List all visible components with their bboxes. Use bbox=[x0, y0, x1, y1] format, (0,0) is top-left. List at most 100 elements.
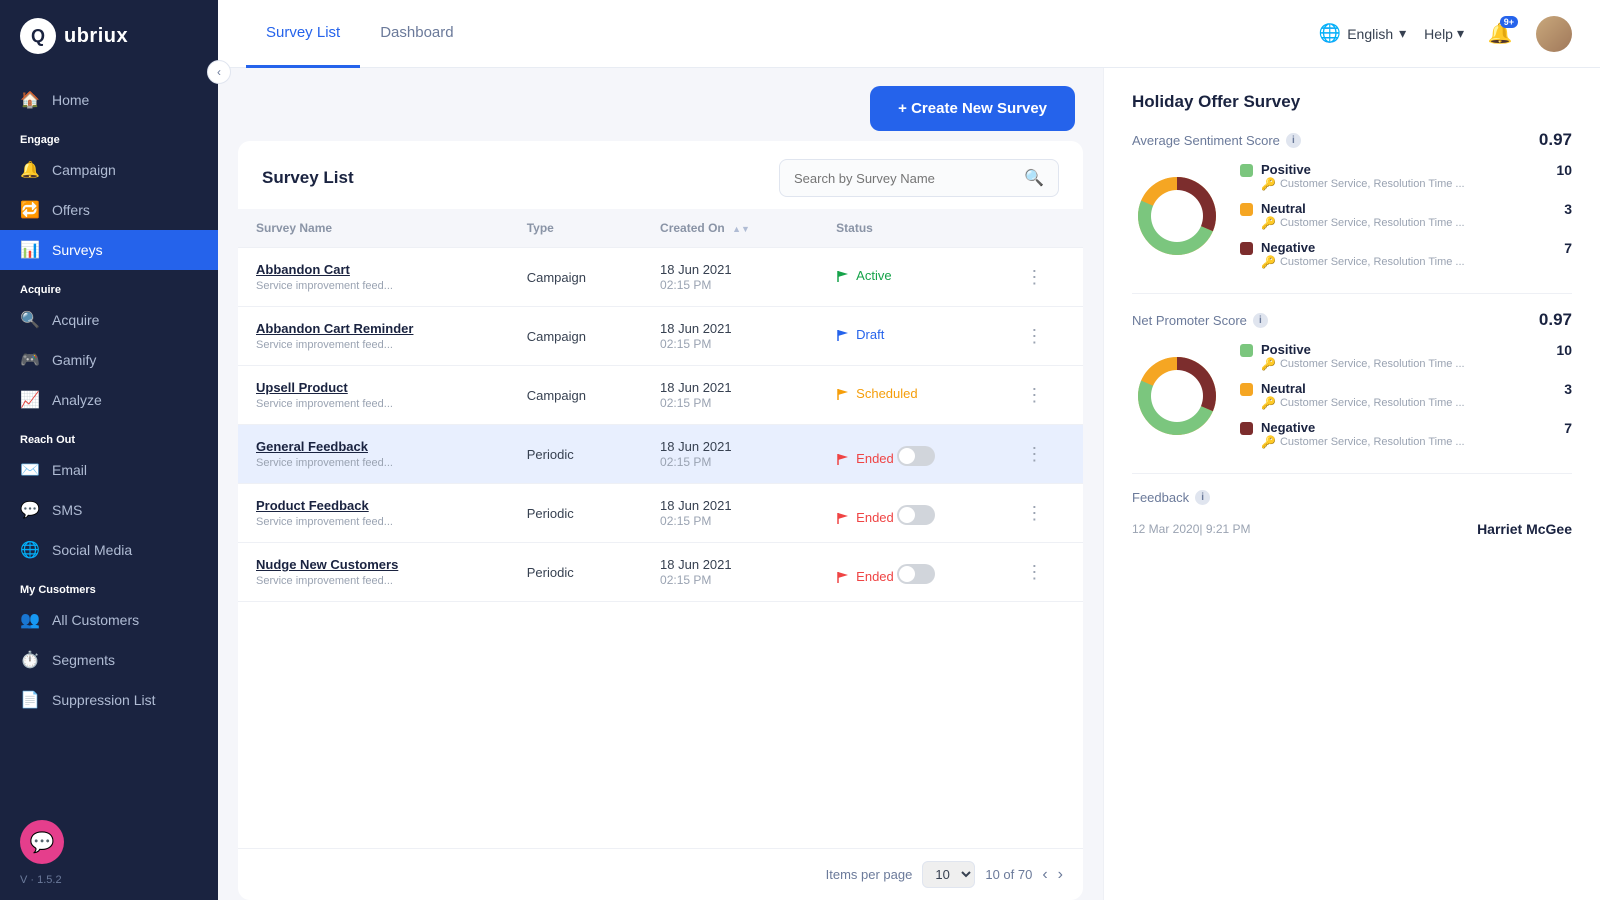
survey-name-link[interactable]: Abbandon Cart bbox=[256, 262, 491, 277]
more-options-button[interactable]: ⋮ bbox=[1025, 385, 1043, 406]
feedback-item: 12 Mar 2020| 9:21 PM Harriet McGee bbox=[1132, 513, 1572, 545]
language-selector[interactable]: 🌐 English ▾ bbox=[1319, 23, 1406, 44]
cell-type: Campaign bbox=[509, 248, 642, 307]
page-info: 10 of 70 bbox=[985, 867, 1032, 882]
net-promoter-section: Net Promoter Score i 0.97 bbox=[1132, 310, 1572, 449]
info-icon-nps: i bbox=[1253, 313, 1268, 328]
more-options-button[interactable]: ⋮ bbox=[1025, 326, 1043, 347]
col-header-created[interactable]: Created On ▲▼ bbox=[642, 209, 818, 248]
survey-name-link[interactable]: Nudge New Customers bbox=[256, 557, 491, 572]
survey-name-link[interactable]: Product Feedback bbox=[256, 498, 491, 513]
page-prev-button[interactable]: ‹ bbox=[1042, 866, 1047, 884]
logo-icon: Q bbox=[20, 18, 56, 54]
sidebar-item-segments[interactable]: ⏱️ Segments bbox=[0, 640, 218, 680]
tab-survey-list[interactable]: Survey List bbox=[246, 0, 360, 68]
home-icon: 🏠 bbox=[20, 90, 40, 110]
legend-label: Neutral bbox=[1261, 201, 1556, 216]
chevron-down-icon: ▾ bbox=[1457, 25, 1464, 42]
table-row[interactable]: Nudge New Customers Service improvement … bbox=[238, 543, 1083, 602]
survey-name-link[interactable]: Abbandon Cart Reminder bbox=[256, 321, 491, 336]
legend-dot bbox=[1240, 164, 1253, 177]
sidebar-section-engage: Engage bbox=[0, 120, 218, 150]
sidebar-item-analyze[interactable]: 📈 Analyze bbox=[0, 380, 218, 420]
translate-icon: 🌐 bbox=[1319, 23, 1341, 44]
cell-more: ⋮ bbox=[1007, 425, 1083, 484]
table-row[interactable]: General Feedback Service improvement fee… bbox=[238, 425, 1083, 484]
legend-label: Negative bbox=[1261, 240, 1556, 255]
acquire-icon: 🔍 bbox=[20, 310, 40, 330]
sidebar-item-label: Offers bbox=[52, 202, 90, 218]
legend-count: 10 bbox=[1556, 342, 1572, 358]
legend-label-wrap: Neutral 🔑 Customer Service, Resolution T… bbox=[1261, 201, 1556, 230]
status-badge: Ended bbox=[836, 451, 894, 466]
cell-more: ⋮ bbox=[1007, 543, 1083, 602]
toggle-switch[interactable] bbox=[897, 564, 935, 584]
sidebar-footer: 💬 V · 1.5.2 bbox=[0, 806, 218, 900]
user-avatar[interactable] bbox=[1536, 16, 1572, 52]
nps-legend: Positive 🔑 Customer Service, Resolution … bbox=[1240, 342, 1572, 449]
legend-item: Negative 🔑 Customer Service, Resolution … bbox=[1240, 420, 1572, 449]
toggle-switch[interactable] bbox=[897, 505, 935, 525]
sidebar-item-campaign[interactable]: 🔔 Campaign bbox=[0, 150, 218, 190]
social-icon: 🌐 bbox=[20, 540, 40, 560]
toggle-switch[interactable] bbox=[897, 446, 935, 466]
notification-button[interactable]: 🔔 9+ bbox=[1482, 16, 1518, 52]
sidebar-item-suppression[interactable]: 📄 Suppression List bbox=[0, 680, 218, 720]
sidebar-item-offers[interactable]: 🔁 Offers bbox=[0, 190, 218, 230]
feedback-section: Feedback i 12 Mar 2020| 9:21 PM Harriet … bbox=[1132, 490, 1572, 545]
survey-name-link[interactable]: Upsell Product bbox=[256, 380, 491, 395]
feedback-date: 12 Mar 2020| 9:21 PM bbox=[1132, 522, 1251, 536]
flag-icon bbox=[836, 452, 850, 466]
sidebar-item-sms[interactable]: 💬 SMS bbox=[0, 490, 218, 530]
topbar-actions: 🌐 English ▾ Help ▾ 🔔 9+ bbox=[1319, 16, 1572, 52]
help-button[interactable]: Help ▾ bbox=[1424, 25, 1464, 42]
cell-name: Abbandon Cart Reminder Service improveme… bbox=[238, 307, 509, 366]
table-row[interactable]: Abbandon Cart Reminder Service improveme… bbox=[238, 307, 1083, 366]
search-box[interactable]: 🔍 bbox=[779, 159, 1059, 197]
sidebar-item-label: Social Media bbox=[52, 542, 132, 558]
more-options-button[interactable]: ⋮ bbox=[1025, 503, 1043, 524]
more-options-button[interactable]: ⋮ bbox=[1025, 267, 1043, 288]
survey-sub: Service improvement feed... bbox=[256, 457, 393, 469]
sidebar-item-gamify[interactable]: 🎮 Gamify bbox=[0, 340, 218, 380]
sidebar-item-label: Surveys bbox=[52, 242, 103, 258]
cell-type: Periodic bbox=[509, 543, 642, 602]
cell-type: Periodic bbox=[509, 425, 642, 484]
table-row[interactable]: Product Feedback Service improvement fee… bbox=[238, 484, 1083, 543]
survey-name-link[interactable]: General Feedback bbox=[256, 439, 491, 454]
cell-status: Draft bbox=[818, 307, 1007, 366]
sidebar-item-allcustomers[interactable]: 👥 All Customers bbox=[0, 600, 218, 640]
chat-button[interactable]: 💬 bbox=[20, 820, 64, 864]
sidebar-item-email[interactable]: ✉️ Email bbox=[0, 450, 218, 490]
search-input[interactable] bbox=[794, 171, 1016, 186]
sidebar-item-acquire[interactable]: 🔍 Acquire bbox=[0, 300, 218, 340]
feedback-author: Harriet McGee bbox=[1477, 521, 1572, 537]
tab-dashboard[interactable]: Dashboard bbox=[360, 0, 473, 68]
legend-dot bbox=[1240, 344, 1253, 357]
page-next-button[interactable]: › bbox=[1058, 866, 1063, 884]
info-icon-feedback: i bbox=[1195, 490, 1210, 505]
legend-item: Positive 🔑 Customer Service, Resolution … bbox=[1240, 162, 1572, 191]
score-header: Average Sentiment Score i 0.97 bbox=[1132, 130, 1572, 150]
page-size-select[interactable]: 10 20 50 bbox=[922, 861, 975, 888]
more-options-button[interactable]: ⋮ bbox=[1025, 562, 1043, 583]
more-options-button[interactable]: ⋮ bbox=[1025, 444, 1043, 465]
logo-area: Q ubriux bbox=[0, 0, 218, 72]
avg-sentiment-label: Average Sentiment Score i bbox=[1132, 133, 1301, 148]
sidebar-item-home[interactable]: 🏠 Home bbox=[0, 80, 218, 120]
table-row[interactable]: Abbandon Cart Service improvement feed..… bbox=[238, 248, 1083, 307]
content-area: + Create New Survey Survey List 🔍 bbox=[218, 68, 1600, 900]
table-row[interactable]: Upsell Product Service improvement feed.… bbox=[238, 366, 1083, 425]
legend-label: Neutral bbox=[1261, 381, 1556, 396]
avg-sentiment-score: 0.97 bbox=[1539, 130, 1572, 150]
legend-sub: 🔑 Customer Service, Resolution Time ... bbox=[1261, 255, 1556, 269]
avg-sentiment-body: Positive 🔑 Customer Service, Resolution … bbox=[1132, 162, 1572, 269]
sidebar-item-label: Campaign bbox=[52, 162, 116, 178]
cell-name: Nudge New Customers Service improvement … bbox=[238, 543, 509, 602]
sidebar-item-surveys[interactable]: 📊 Surveys bbox=[0, 230, 218, 270]
legend-item: Neutral 🔑 Customer Service, Resolution T… bbox=[1240, 201, 1572, 230]
sidebar-item-social[interactable]: 🌐 Social Media bbox=[0, 530, 218, 570]
cell-more: ⋮ bbox=[1007, 248, 1083, 307]
campaign-icon: 🔔 bbox=[20, 160, 40, 180]
create-survey-button[interactable]: + Create New Survey bbox=[870, 86, 1075, 131]
